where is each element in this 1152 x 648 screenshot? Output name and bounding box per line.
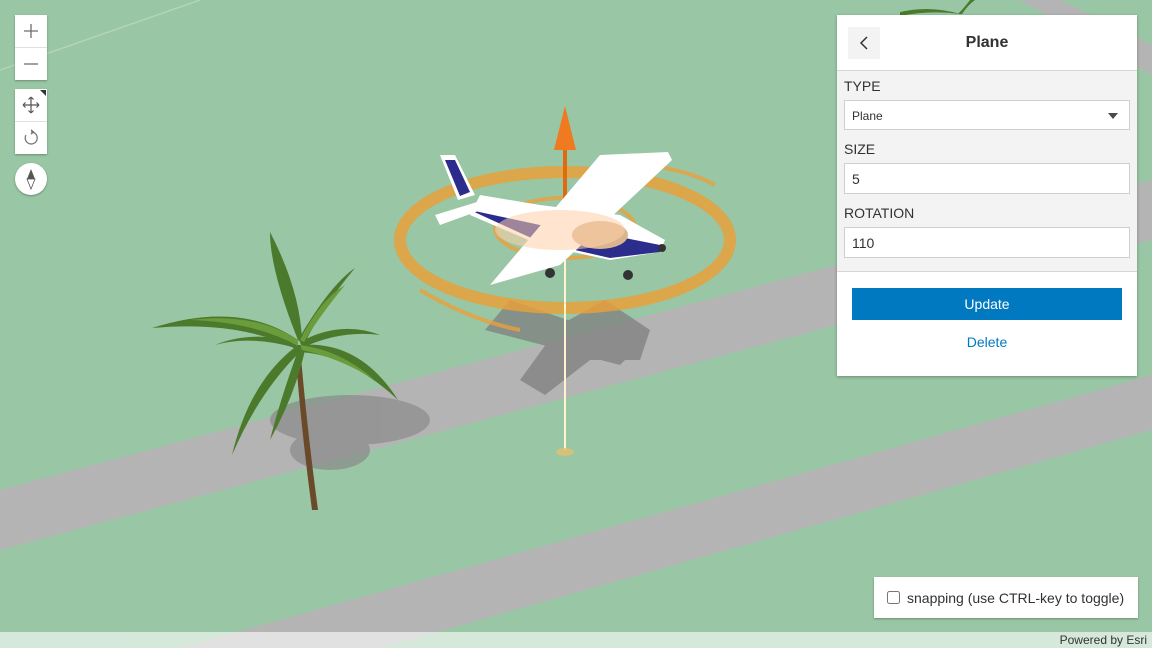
active-indicator	[40, 90, 46, 96]
rotation-input[interactable]	[844, 227, 1130, 258]
rotate-icon	[24, 129, 38, 145]
rotate-mode-button[interactable]	[15, 121, 47, 154]
caret-down-icon	[1108, 113, 1118, 119]
plus-icon	[24, 24, 38, 38]
size-input[interactable]	[844, 163, 1130, 194]
snapping-checkbox[interactable]	[887, 591, 900, 604]
zoom-out-button[interactable]	[15, 47, 47, 80]
ground-anchor	[556, 448, 574, 456]
attribution-bar: Powered by Esri	[0, 632, 1152, 648]
zoom-in-button[interactable]	[15, 15, 47, 47]
type-select[interactable]: Plane	[844, 100, 1130, 130]
zoom-control	[15, 15, 47, 80]
type-select-value: Plane	[852, 109, 883, 123]
size-label: SIZE	[844, 141, 876, 157]
type-label: TYPE	[844, 78, 881, 94]
minus-icon	[24, 63, 38, 65]
pan-mode-button[interactable]	[15, 89, 47, 121]
panel-header: Plane	[837, 15, 1137, 71]
panel-title: Plane	[965, 34, 1009, 51]
rotation-label: ROTATION	[844, 205, 915, 221]
compass-icon	[26, 169, 36, 190]
navigation-toggle	[15, 89, 47, 154]
move-arrows-icon	[22, 96, 40, 114]
snapping-toggle[interactable]: snapping (use CTRL-key to toggle)	[874, 577, 1138, 618]
feature-form: TYPE Plane SIZE ROTATION	[837, 71, 1137, 272]
snapping-label: snapping (use CTRL-key to toggle)	[907, 589, 1125, 606]
compass-button[interactable]	[15, 163, 47, 195]
update-button[interactable]: Update	[852, 288, 1122, 320]
attribution-text[interactable]: Powered by Esri	[1060, 633, 1147, 647]
delete-button[interactable]: Delete	[837, 334, 1137, 350]
editor-panel: Plane TYPE Plane SIZE ROTATION Update De…	[837, 15, 1137, 376]
